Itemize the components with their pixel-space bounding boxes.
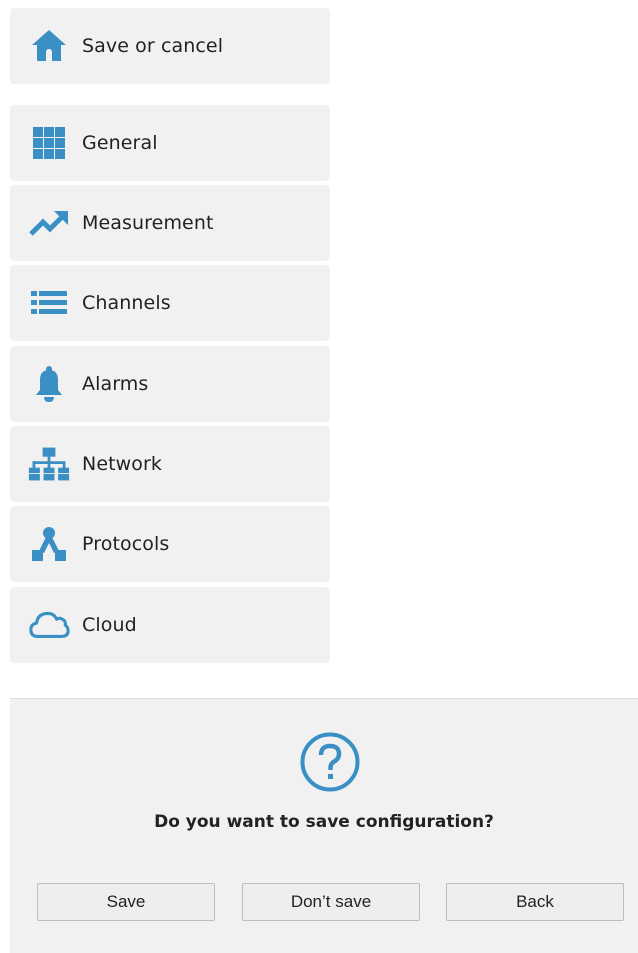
menu-item-label: Save or cancel: [82, 35, 224, 57]
save-config-dialog: Do you want to save configuration? Save …: [10, 698, 638, 953]
menu-item-network[interactable]: Network: [10, 426, 330, 502]
menu-item-label: Cloud: [82, 614, 137, 636]
back-button[interactable]: Back: [446, 883, 624, 921]
menu-item-label: Network: [82, 453, 163, 475]
home-icon: [28, 25, 70, 67]
trend-up-icon: [28, 202, 70, 244]
protocols-icon: [28, 523, 70, 565]
network-icon: [28, 443, 70, 485]
dialog-question: Do you want to save configuration?: [154, 812, 494, 832]
menu-item-label: Channels: [82, 292, 171, 314]
menu-item-save-or-cancel[interactable]: Save or cancel: [10, 8, 330, 84]
menu-item-cloud[interactable]: Cloud: [10, 587, 330, 663]
list-icon: [28, 282, 70, 324]
menu-item-label: Protocols: [82, 533, 170, 555]
menu-item-channels[interactable]: Channels: [10, 265, 330, 341]
dont-save-button[interactable]: Don’t save: [242, 883, 420, 921]
menu-item-label: Measurement: [82, 212, 214, 234]
question-circle-icon: [299, 731, 361, 793]
bell-icon: [28, 363, 70, 405]
save-button[interactable]: Save: [37, 883, 215, 921]
grid-icon: [28, 122, 70, 164]
menu-item-protocols[interactable]: Protocols: [10, 506, 330, 582]
menu-item-measurement[interactable]: Measurement: [10, 185, 330, 261]
menu-item-alarms[interactable]: Alarms: [10, 346, 330, 422]
menu-item-label: Alarms: [82, 373, 149, 395]
menu-item-label: General: [82, 132, 158, 154]
menu-item-general[interactable]: General: [10, 105, 330, 181]
cloud-icon: [28, 604, 70, 646]
